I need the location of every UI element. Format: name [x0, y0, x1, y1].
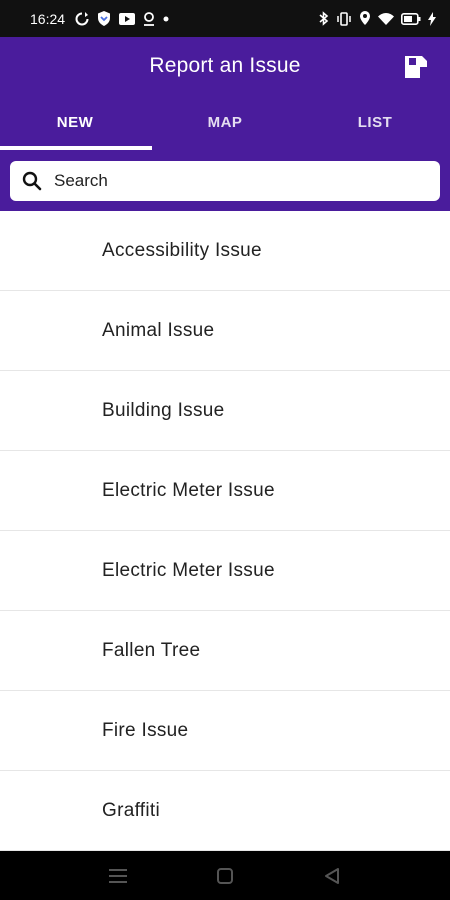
tab-list[interactable]: LIST [300, 95, 450, 150]
list-item-label: Fire Issue [102, 719, 189, 741]
dot-icon [163, 16, 169, 22]
back-icon [325, 868, 339, 884]
home-icon [217, 868, 233, 884]
list-item-label: Accessibility Issue [102, 239, 262, 261]
title-row: Report an Issue [0, 37, 450, 95]
video-icon [119, 12, 136, 25]
status-right-icons [319, 11, 436, 26]
list-item-label: Electric Meter Issue [102, 479, 275, 501]
tab-new-label: NEW [56, 114, 94, 131]
list-item[interactable]: Building Issue [0, 371, 450, 451]
list-item-label: Animal Issue [102, 319, 215, 341]
active-tab-indicator [0, 146, 152, 150]
search-bar[interactable] [10, 161, 440, 201]
list-item-label: Fallen Tree [102, 639, 201, 661]
list-item[interactable]: Animal Issue [0, 291, 450, 371]
status-bar: 16:24 [0, 0, 450, 37]
search-icon [22, 171, 42, 191]
back-button[interactable] [319, 863, 345, 889]
charging-icon [428, 11, 436, 26]
wifi-icon [378, 12, 394, 25]
app-header: Report an Issue NEW MAP LIST [0, 37, 450, 211]
tab-new[interactable]: NEW [0, 95, 152, 150]
home-button[interactable] [212, 863, 238, 889]
menu-button[interactable] [105, 863, 131, 889]
search-input[interactable] [52, 170, 416, 192]
list-item-label: Electric Meter Issue [102, 559, 275, 581]
shield-icon [97, 11, 111, 26]
list-item-label: Graffiti [102, 799, 161, 821]
save-button[interactable] [402, 53, 430, 81]
tab-list-label: LIST [357, 114, 393, 131]
location-pin-icon [359, 11, 371, 26]
battery-icon [401, 12, 421, 25]
vibrate-icon [336, 11, 352, 26]
list-item[interactable]: Graffiti [0, 771, 450, 851]
status-left-icons [75, 11, 169, 26]
tab-bar: NEW MAP LIST [0, 95, 450, 150]
sync-icon [75, 11, 89, 26]
tab-map-label: MAP [207, 114, 243, 131]
menu-icon [109, 869, 127, 883]
list-item[interactable]: Fallen Tree [0, 611, 450, 691]
list-item[interactable]: Electric Meter Issue [0, 451, 450, 531]
location-icon [143, 11, 155, 26]
issue-list: Accessibility Issue Animal Issue Buildin… [0, 211, 450, 851]
save-icon [405, 56, 427, 78]
list-item[interactable]: Accessibility Issue [0, 211, 450, 291]
tab-map[interactable]: MAP [150, 95, 300, 150]
list-item-label: Building Issue [102, 399, 225, 421]
bluetooth-icon [319, 11, 329, 26]
system-nav-bar [0, 851, 450, 900]
list-item[interactable]: Fire Issue [0, 691, 450, 771]
status-time: 16:24 [30, 10, 66, 27]
list-item[interactable]: Electric Meter Issue [0, 531, 450, 611]
page-title: Report an Issue [149, 54, 301, 77]
